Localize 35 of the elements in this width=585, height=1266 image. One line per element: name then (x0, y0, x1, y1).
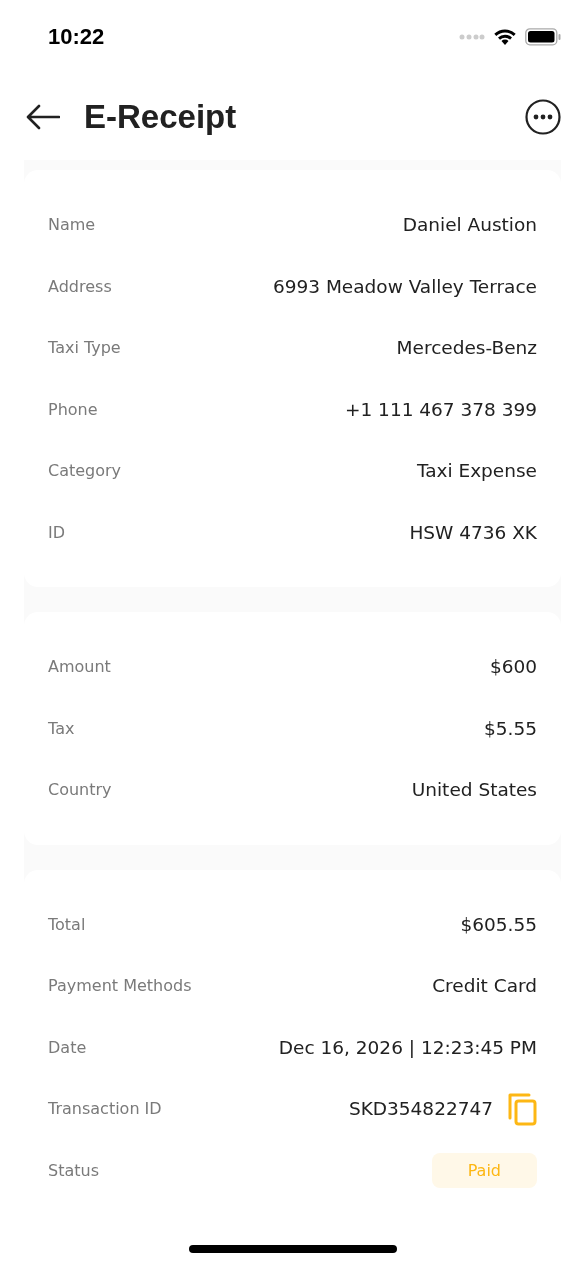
field-value: Credit Card (432, 975, 537, 997)
signal-icon (459, 34, 485, 40)
field-label: Status (48, 1160, 99, 1180)
status-time: 10:22 (48, 24, 105, 50)
field-value: Taxi Expense (416, 460, 537, 482)
field-value: $600 (489, 656, 537, 678)
screen-title: E-Receipt (84, 98, 238, 136)
field-value: Dec 16, 2026 | 12:23:45 PM (278, 1036, 537, 1058)
field-label: Transaction ID (48, 1099, 162, 1119)
wifi-icon (493, 28, 517, 46)
field-label: Address (48, 276, 112, 296)
field-label: Total (48, 914, 86, 934)
field-value: +1 111 467 378 399 (344, 398, 537, 420)
field-label: Date (48, 1037, 87, 1057)
field-label: Category (48, 461, 122, 481)
field-label: Amount (48, 657, 111, 677)
field-label: Name (48, 215, 96, 235)
more-options-icon[interactable] (525, 99, 561, 135)
field-label: Tax (48, 718, 75, 738)
field-value: $605.55 (460, 913, 537, 935)
back-arrow-icon[interactable] (26, 104, 60, 130)
field-value: 6993 Meadow Valley Terrace (272, 275, 537, 297)
field-label: Taxi Type (48, 338, 121, 358)
field-value: HSW 4736 XK (409, 521, 537, 543)
field-label: Phone (48, 399, 98, 419)
battery-icon (525, 28, 561, 46)
field-label: ID (48, 522, 66, 542)
field-label: Payment Methods (48, 976, 192, 996)
field-label: Country (48, 780, 112, 800)
field-value: SKD354822747 (348, 1098, 493, 1120)
status-badge: Paid (431, 1152, 537, 1188)
field-value: Daniel Austion (402, 214, 537, 236)
field-value: United States (411, 779, 537, 801)
field-value: $5.55 (484, 717, 537, 739)
field-value: Mercedes-Benz (396, 337, 537, 359)
